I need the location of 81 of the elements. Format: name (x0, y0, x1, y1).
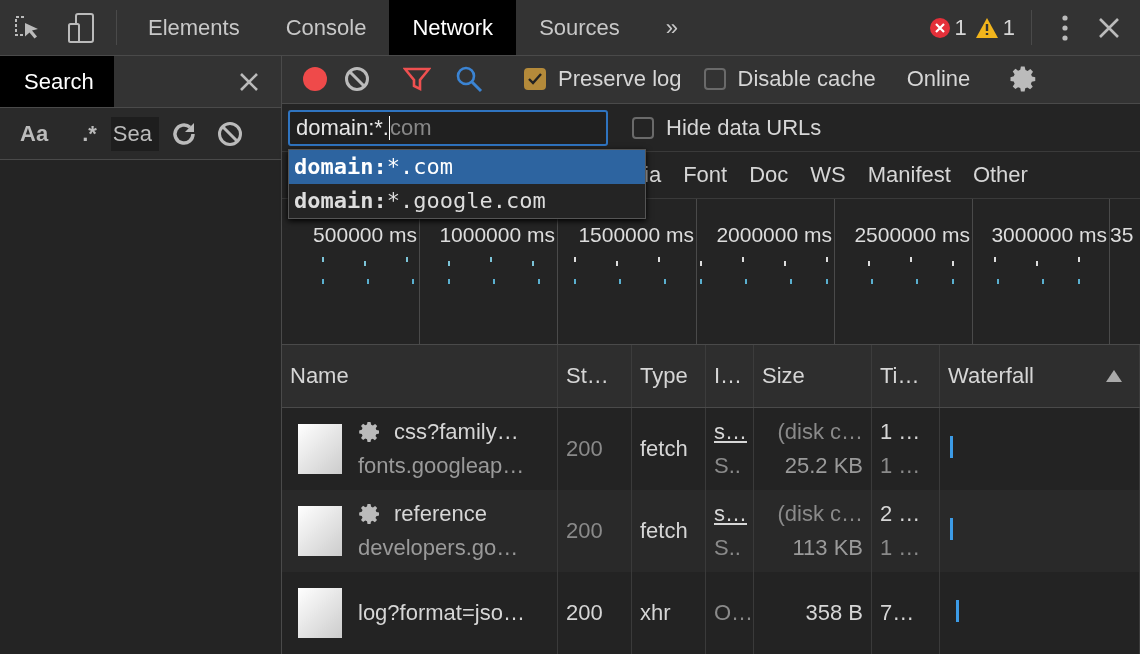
time-cell: 1 … (880, 453, 921, 479)
check-icon (528, 73, 542, 86)
record-icon[interactable] (302, 66, 328, 93)
file-icon (298, 424, 342, 474)
size-cell: 358 B (805, 600, 863, 626)
throttling-dropdown[interactable]: Online (906, 66, 971, 93)
waterfall-bar (956, 600, 959, 622)
hide-data-urls-checkbox[interactable] (632, 116, 654, 139)
clear-icon[interactable] (344, 66, 370, 93)
time-cell: 1 … (880, 419, 921, 445)
panel-tab[interactable]: Sources (516, 0, 643, 55)
timeline-tick-label: 1000000 ms (439, 223, 555, 248)
warning-count: 1 (1002, 14, 1015, 41)
initiator-cell: O… (714, 600, 753, 626)
timeline-tick-label: 2000000 ms (716, 223, 832, 248)
initiator-cell: S.. (714, 535, 741, 561)
size-cell: 25.2 KB (784, 453, 863, 479)
size-cell: (disk c… (777, 501, 863, 527)
request-domain: developers.go… (358, 535, 519, 561)
column-header[interactable]: Ti… (872, 345, 940, 407)
autocomplete-suggestion[interactable]: domain:*.google.com (289, 183, 645, 218)
waterfall-bar (950, 518, 953, 540)
request-name[interactable]: log?format=jso… (358, 600, 525, 626)
type-filter-button[interactable]: Doc (749, 162, 789, 189)
preserve-log-checkbox[interactable] (524, 68, 546, 91)
status-cell: 200 (566, 518, 603, 544)
status-cell: 200 (566, 600, 603, 626)
clear-icon[interactable] (216, 120, 243, 147)
type-filter-button[interactable]: Font (683, 162, 728, 189)
checkbox-label: Preserve log (558, 66, 682, 93)
column-header[interactable]: Type (632, 345, 706, 407)
autocomplete-suggestion[interactable]: domain:*.com (289, 149, 645, 184)
timeline-tick-label: 500000 ms (313, 223, 417, 248)
gear-icon (358, 502, 382, 526)
timeline-tick-label: 3000000 ms (991, 223, 1107, 248)
request-domain: fonts.googleap… (358, 453, 525, 479)
error-count: 1 (954, 14, 967, 41)
timeline-tick-label: 1500000 ms (578, 223, 694, 248)
column-header[interactable]: Name (282, 345, 558, 407)
time-cell: 7… (880, 600, 915, 626)
column-header[interactable]: Waterfall (940, 345, 1140, 407)
panel-tab[interactable]: Console (262, 0, 390, 55)
sort-icon[interactable] (1105, 369, 1123, 383)
search-option-toggle[interactable]: .* (62, 120, 111, 147)
panel-tab[interactable]: Network (389, 0, 517, 55)
timeline-tick-label: 2500000 ms (854, 223, 970, 248)
filter-field[interactable]: domain:*.com (288, 109, 608, 146)
initiator-link[interactable]: s… (714, 501, 747, 527)
request-name[interactable]: reference (394, 501, 487, 527)
request-name[interactable]: css?family… (394, 419, 519, 445)
checkbox-label: Hide data URLs (666, 114, 822, 141)
type-cell: xhr (640, 600, 671, 626)
disable-cache-checkbox[interactable] (703, 68, 726, 91)
search-option-toggle[interactable]: Aa (0, 120, 63, 147)
type-filter-button[interactable]: Other (972, 162, 1028, 189)
checkbox-label: Disable cache (737, 66, 876, 93)
error-icon (928, 16, 951, 39)
column-header[interactable]: Size (754, 345, 872, 407)
time-cell: 2 … (880, 501, 921, 527)
file-icon (298, 506, 342, 556)
initiator-link[interactable]: s… (714, 419, 747, 445)
file-icon (298, 588, 342, 638)
time-cell: 1 … (880, 535, 921, 561)
status-cell: 200 (566, 436, 603, 462)
waterfall-bar (950, 436, 953, 458)
more-tabs-button[interactable]: » (642, 0, 702, 55)
search-field[interactable]: Sea (110, 116, 159, 151)
panel-tab[interactable]: Elements (125, 0, 263, 55)
timeline-tick-label: 35 (1110, 223, 1134, 248)
drawer-tab[interactable]: Search (0, 56, 114, 107)
type-filter-button[interactable]: Manifest (867, 162, 951, 189)
size-cell: 113 KB (792, 535, 863, 561)
column-header[interactable]: I… (706, 345, 754, 407)
type-cell: fetch (640, 436, 688, 462)
initiator-cell: S.. (714, 453, 741, 479)
gear-icon (358, 420, 382, 444)
type-filter-button[interactable]: WS (810, 162, 846, 189)
size-cell: (disk c… (777, 419, 863, 445)
type-cell: fetch (640, 518, 688, 544)
column-header[interactable]: St… (558, 345, 632, 407)
warning-icon (974, 16, 999, 39)
